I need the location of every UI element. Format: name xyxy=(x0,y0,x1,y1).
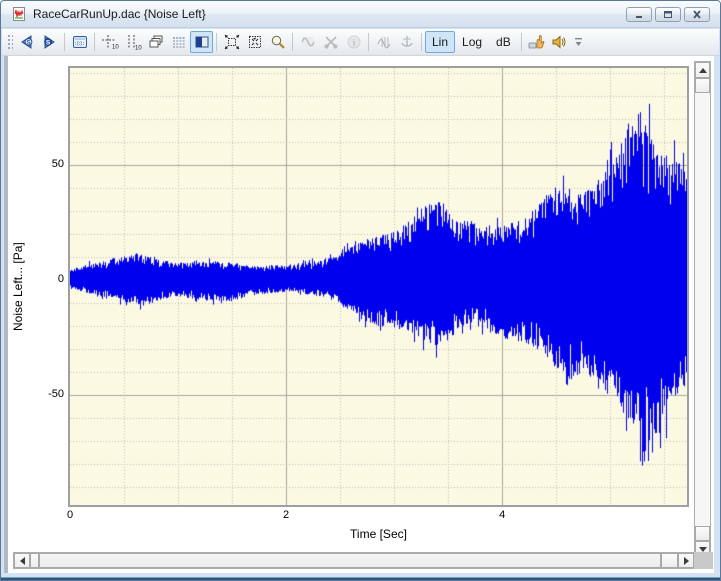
play-forward-button[interactable]: S xyxy=(38,31,61,53)
rewind-to-start-icon: S xyxy=(18,34,35,50)
toolbar-separator xyxy=(94,33,95,51)
toolbar: S S 10 xyxy=(2,29,719,56)
x-tick-label: 0 xyxy=(67,509,73,521)
v-scroll-track[interactable] xyxy=(695,93,710,526)
plot-frame xyxy=(68,66,689,507)
y-axis-title: Noise Left... [Pa] xyxy=(10,68,26,505)
toolbar-separator xyxy=(64,33,65,51)
h-scroll-thumb[interactable] xyxy=(39,553,661,568)
toolbar-separator xyxy=(216,33,217,51)
close-icon xyxy=(692,10,702,19)
info-icon: i xyxy=(346,34,362,50)
toolbar-separator xyxy=(521,33,522,51)
speaker-icon xyxy=(551,34,567,50)
close-button[interactable] xyxy=(684,7,710,22)
toolbar-overflow-button[interactable] xyxy=(573,31,585,53)
minimize-icon xyxy=(634,10,644,19)
scale-lin-button[interactable]: Lin xyxy=(425,31,455,53)
svg-text:10: 10 xyxy=(112,44,119,50)
play-forward-icon: S xyxy=(41,34,58,50)
scissors-icon xyxy=(323,34,339,50)
horizontal-cursor-button[interactable]: 10 xyxy=(98,31,121,53)
x-axis-title: Time [Sec] xyxy=(68,527,689,541)
speaker-button[interactable] xyxy=(548,31,571,53)
window-title: RaceCarRunUp.dac {Noise Left} xyxy=(33,7,626,21)
data-table-button[interactable] xyxy=(68,31,91,53)
x-tick-label: 2 xyxy=(283,509,289,521)
rewind-to-start-button[interactable]: S xyxy=(15,31,38,53)
svg-text:S: S xyxy=(46,39,51,46)
dashed-rows-button[interactable] xyxy=(167,31,190,53)
panel-split-button[interactable] xyxy=(190,31,213,53)
info-button[interactable]: i xyxy=(342,31,365,53)
scroll-up-icon xyxy=(699,68,707,73)
x-tick-label: 4 xyxy=(499,509,505,521)
scroll-left-icon xyxy=(20,557,25,565)
scale-db-button[interactable]: dB xyxy=(489,31,518,53)
zoom-in-icon xyxy=(247,34,263,50)
horizontal-scrollbar xyxy=(13,552,695,569)
vertical-scrollbar xyxy=(694,61,711,558)
vertical-cursor-10-icon: 10 xyxy=(124,34,142,51)
window-frame-edge xyxy=(1,578,720,580)
zoom-tool-button[interactable] xyxy=(266,31,289,53)
svg-text:10: 10 xyxy=(135,45,142,51)
panel-split-icon xyxy=(194,34,210,50)
scroll-down-icon xyxy=(699,547,707,552)
horizontal-cursor-10-icon: 10 xyxy=(101,34,119,51)
v-scroll-zoom-cap-bottom[interactable] xyxy=(695,526,710,541)
wave-marker-button[interactable] xyxy=(372,31,395,53)
y-tick-label: 50 xyxy=(24,158,64,170)
minimize-button[interactable] xyxy=(626,7,652,22)
toolbar-separator xyxy=(292,33,293,51)
toolbar-separator xyxy=(421,33,422,51)
data-table-icon xyxy=(72,34,88,50)
h-scroll-zoom-cap-left[interactable] xyxy=(30,553,39,568)
wave-select-button[interactable] xyxy=(296,31,319,53)
y-tick-label: -50 xyxy=(24,388,64,400)
scroll-right-button[interactable] xyxy=(678,553,694,568)
app-window: RaceCarRunUp.dac {Noise Left} S xyxy=(0,0,721,581)
zoom-in-button[interactable] xyxy=(243,31,266,53)
anchor-button[interactable] xyxy=(395,31,418,53)
zoom-out-icon xyxy=(224,34,240,50)
wave-select-icon xyxy=(300,34,316,50)
cut-button[interactable] xyxy=(319,31,342,53)
scroll-right-icon xyxy=(684,557,689,565)
waveform-document-icon[interactable] xyxy=(11,6,27,22)
layers-icon xyxy=(148,34,164,50)
scale-log-button[interactable]: Log xyxy=(455,31,489,53)
scroll-left-button[interactable] xyxy=(14,553,30,568)
toolbar-separator xyxy=(368,33,369,51)
scroll-up-button[interactable] xyxy=(695,62,710,78)
wave-marker-icon xyxy=(376,34,392,50)
layers-button[interactable] xyxy=(144,31,167,53)
restore-icon xyxy=(663,10,673,19)
title-bar[interactable]: RaceCarRunUp.dac {Noise Left} xyxy=(1,1,720,28)
anchor-icon xyxy=(399,34,415,50)
magnifier-icon xyxy=(270,34,286,50)
hand-press-button[interactable] xyxy=(525,31,548,53)
vertical-cursor-button[interactable]: 10 xyxy=(121,31,144,53)
hand-press-icon xyxy=(527,34,545,50)
h-scroll-zoom-cap-right[interactable] xyxy=(661,553,678,568)
toolbar-grip[interactable] xyxy=(6,33,13,51)
y-tick-label: 0 xyxy=(24,273,64,285)
scrollbar-corner xyxy=(694,552,713,569)
plot-client-area: Noise Left... [Pa] 50 0 -50 0 2 4 Time [Sec] xyxy=(4,56,714,575)
dashed-rows-icon xyxy=(171,34,187,50)
waveform-canvas[interactable] xyxy=(70,68,687,505)
chevron-down-icon xyxy=(574,37,583,47)
zoom-out-button[interactable] xyxy=(220,31,243,53)
svg-text:S: S xyxy=(26,39,31,46)
v-scroll-zoom-cap-top[interactable] xyxy=(695,78,710,93)
restore-button[interactable] xyxy=(655,7,681,22)
